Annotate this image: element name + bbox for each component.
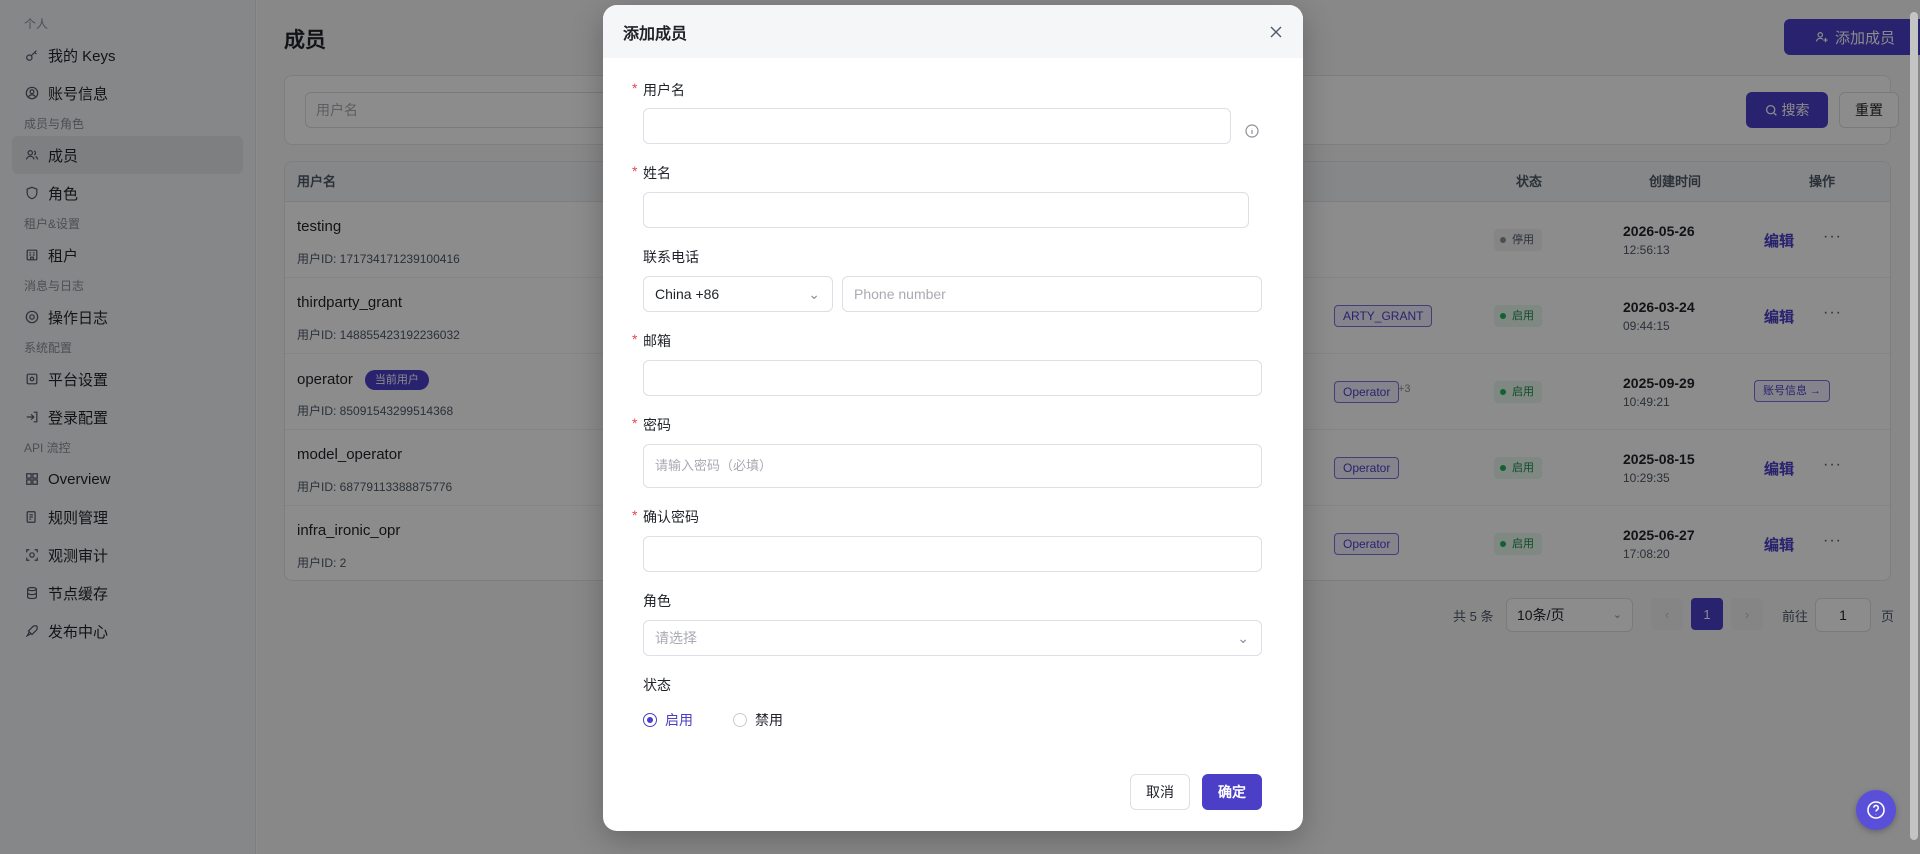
status-disabled-radio[interactable]: 禁用 <box>733 710 783 730</box>
name-label: * 姓名 <box>632 163 671 183</box>
status-label: 状态 <box>643 677 671 693</box>
required-mark: * <box>632 331 638 347</box>
dialog-header: 添加成员 <box>603 5 1303 58</box>
required-mark: * <box>632 507 638 523</box>
confirm-button[interactable]: 确定 <box>1202 774 1262 810</box>
chevron-down-icon: ⌄ <box>808 286 820 302</box>
help-button[interactable] <box>1856 790 1896 830</box>
close-icon[interactable] <box>1269 25 1283 39</box>
confirm-password-label-text: 确认密码 <box>643 509 699 525</box>
required-mark: * <box>632 80 638 96</box>
chevron-down-icon: ⌄ <box>1237 630 1249 646</box>
country-code-select[interactable]: China +86 ⌄ <box>643 276 833 312</box>
help-icon <box>1867 801 1885 819</box>
name-label-text: 姓名 <box>643 165 671 181</box>
confirm-password-input[interactable] <box>643 536 1262 572</box>
email-input[interactable] <box>643 360 1262 396</box>
email-label-text: 邮箱 <box>643 333 671 349</box>
phone-label: 联系电话 <box>643 249 699 265</box>
radio-unchecked-icon <box>733 713 747 727</box>
dialog-title: 添加成员 <box>623 25 688 43</box>
radio-label: 启用 <box>665 712 693 728</box>
required-mark: * <box>632 415 638 431</box>
radio-checked-icon <box>643 713 657 727</box>
country-code-value: China +86 <box>655 286 720 302</box>
username-input[interactable] <box>643 108 1231 144</box>
name-input[interactable] <box>643 192 1249 228</box>
role-select[interactable]: 请选择 ⌄ <box>643 620 1262 656</box>
phone-number-input[interactable]: Phone number <box>842 276 1262 312</box>
username-label: * 用户名 <box>632 80 685 100</box>
password-label: * 密码 <box>632 415 671 435</box>
role-placeholder: 请选择 <box>655 630 697 646</box>
password-input[interactable]: 请输入密码（必填） <box>643 444 1262 488</box>
required-mark: * <box>632 163 638 179</box>
info-icon[interactable] <box>1245 124 1259 138</box>
radio-label: 禁用 <box>755 712 783 728</box>
role-label: 角色 <box>643 593 671 609</box>
scrollbar-thumb[interactable] <box>1910 12 1918 840</box>
confirm-password-label: * 确认密码 <box>632 507 699 527</box>
cancel-button[interactable]: 取消 <box>1130 774 1190 810</box>
password-label-text: 密码 <box>643 417 671 433</box>
email-label: * 邮箱 <box>632 331 671 351</box>
status-radio-group: 启用 禁用 <box>643 710 823 730</box>
username-label-text: 用户名 <box>643 82 685 98</box>
status-enabled-radio[interactable]: 启用 <box>643 710 693 730</box>
add-member-dialog: 添加成员 * 用户名 * 姓名 联系电话 China +86 ⌄ Phone numb… <box>603 5 1303 831</box>
